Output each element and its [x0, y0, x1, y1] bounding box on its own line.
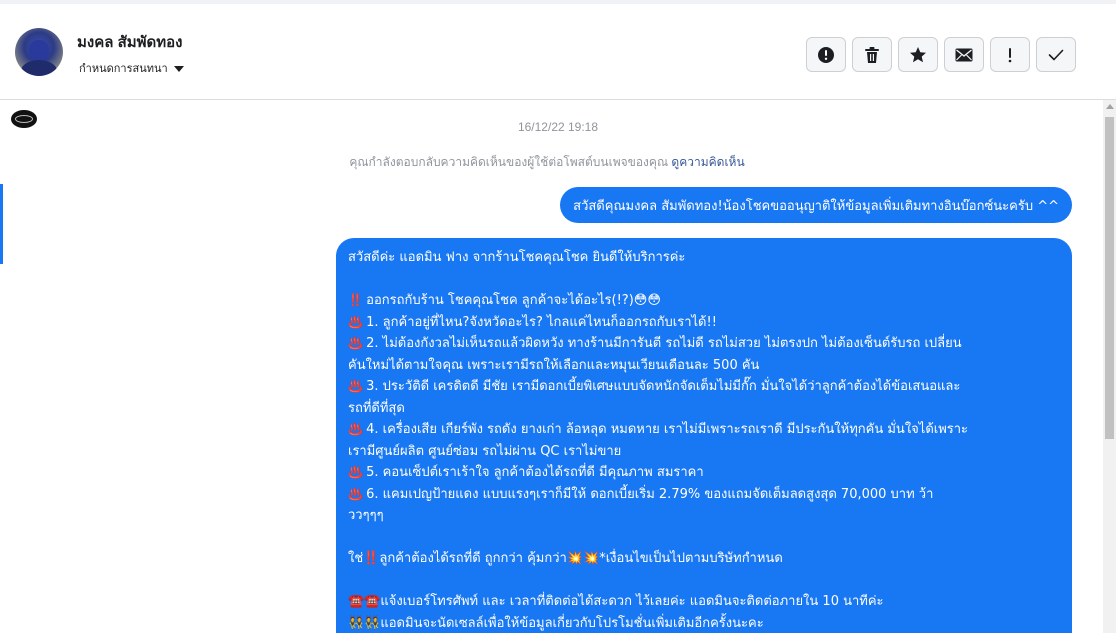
message-line: ♨️ 2. ไม่ต้องกังวลไม่เห็นรถแล้วผิดหวัง ท…	[348, 333, 1060, 355]
message-timestamp: 16/12/22 19:18	[517, 120, 599, 134]
hot-springs-icon: ♨️	[348, 486, 363, 501]
message-line	[348, 570, 1060, 592]
message-line-text: 👯👯แอดมินจะนัดเซลล์เพื่อให้ข้อมูลเกี่ยวกั…	[348, 615, 764, 631]
star-icon	[910, 46, 926, 62]
message-line: สวัสดีค่ะ แอดมิน ฟาง จากร้านโชคคุณโชค ยิ…	[348, 247, 1060, 269]
message-lines: สวัสดีค่ะ แอดมิน ฟาง จากร้านโชคคุณโชค ยิ…	[348, 247, 1060, 633]
reply-context-text: คุณกำลังตอบกลับความคิดเห็นของผู้ใช้ต่อโพ…	[349, 155, 672, 169]
trash-icon	[865, 46, 879, 63]
message-line-text: 4. เครื่องเสีย เกียร์พัง รถดัง ยางเก่า ล…	[366, 422, 969, 437]
message-line: ♨️ 3. ประวัติดี เครดิตดี มีชัย เรามีดอกเ…	[348, 376, 1060, 398]
contact-name[interactable]: มงคล สัมพัดทอง	[77, 30, 183, 54]
scroll-up-arrow-icon[interactable]	[1106, 104, 1114, 109]
message-line-text: ใช่‼️ลูกค้าต้องได้รถที่ดี ถูกกว่า คุ้มกว…	[348, 551, 783, 566]
message-line-text: 5. คอนเซ็ปต์เราเร้าใจ ลูกค้าต้องได้รถที่…	[366, 465, 704, 480]
hot-springs-icon: ♨️	[348, 379, 363, 393]
message-line: คันใหม่ได้ตามใจคุณ เพราะเรามีรถให้เลือกแ…	[348, 355, 1060, 377]
message-line-text: 6. แคมเปญป้ายแดง แบบแรงๆเราก็มีให้ ดอกเบ…	[366, 486, 934, 502]
message-line: ใช่‼️ลูกค้าต้องได้รถที่ดี ถูกกว่า คุ้มกว…	[348, 548, 1060, 570]
mark-done-button[interactable]	[1036, 37, 1076, 72]
hot-springs-icon: ♨️	[348, 422, 363, 436]
message-line-text: 3. ประวัติดี เครดิตดี มีชัย เรามีดอกเบี้…	[366, 379, 961, 394]
message-text: สวัสดีคุณมงคล สัมพัดทอง!น้องโชคขออนุญาติ…	[573, 198, 1059, 214]
check-icon	[1048, 49, 1064, 60]
message-line: ♨️ 4. เครื่องเสีย เกียร์พัง รถดัง ยางเก่…	[348, 419, 1060, 441]
message-line: ♨️ 6. แคมเปญป้ายแดง แบบแรงๆเราก็มีให้ ดอ…	[348, 484, 1060, 506]
caret-down-icon	[173, 65, 184, 72]
message-line: ♨️ 1. ลูกค้าอยู่ที่ไหน?จังหวัดอะไร? ไกลแ…	[348, 312, 1060, 334]
reply-context-note: คุณกำลังตอบกลับความคิดเห็นของผู้ใช้ต่อโพ…	[0, 153, 1094, 172]
message-line	[348, 269, 1060, 291]
message-line-text: ววๆๆๆ	[348, 508, 384, 523]
assign-conversation-dropdown[interactable]: กำหนดการสนทนา	[79, 59, 184, 77]
conversation-header: มงคล สัมพัดทอง กำหนดการสนทนา	[0, 4, 1116, 100]
message-line-text: สวัสดีค่ะ แอดมิน ฟาง จากร้านโชคคุณโชค ยิ…	[348, 250, 686, 265]
message-line: ววๆๆๆ	[348, 505, 1060, 527]
assign-conversation-label: กำหนดการสนทนา	[79, 63, 168, 75]
avatar-body	[21, 60, 57, 76]
outgoing-message-bubble[interactable]: สวัสดีคุณมงคล สัมพัดทอง!น้องโชคขออนุญาติ…	[560, 187, 1072, 223]
outgoing-message-bubble-long[interactable]: สวัสดีค่ะ แอดมิน ฟาง จากร้านโชคคุณโชค ยิ…	[336, 238, 1072, 633]
message-line-text: 1. ลูกค้าอยู่ที่ไหน?จังหวัดอะไร? ไกลแค่ไ…	[366, 314, 717, 330]
message-line: 👯👯แอดมินจะนัดเซลล์เพื่อให้ข้อมูลเกี่ยวกั…	[348, 613, 1060, 633]
avatar[interactable]	[15, 28, 63, 76]
avatar-face	[29, 40, 49, 62]
message-line-text: ออกรถกับร้าน โชคคุณโชค ลูกค้าจะได้อะไร(!…	[366, 293, 661, 308]
thread-scrollbar[interactable]	[1103, 100, 1116, 633]
report-button[interactable]	[806, 37, 846, 72]
message-line: เรามีศูนย์ผลิต ศูนย์ซ่อม รถไม่ผ่าน QC เร…	[348, 441, 1060, 463]
hot-springs-icon: ♨️	[348, 314, 363, 329]
message-line-text: 2. ไม่ต้องกังวลไม่เห็นรถแล้วผิดหวัง ทางร…	[366, 336, 962, 351]
conversation-toolbar	[806, 37, 1076, 72]
hot-springs-icon: ♨️	[348, 465, 363, 479]
delete-button[interactable]	[852, 37, 892, 72]
message-line: ♨️ 5. คอนเซ็ปต์เราเร้าใจ ลูกค้าต้องได้รถ…	[348, 462, 1060, 484]
hot-springs-icon: ♨️	[348, 336, 363, 350]
follow-up-button[interactable]	[990, 37, 1030, 72]
star-button[interactable]	[898, 37, 938, 72]
message-line: ☎️☎️แจ้งเบอร์โทรศัพท์ และ เวลาที่ติดต่อไ…	[348, 591, 1060, 613]
scrollbar-thumb[interactable]	[1105, 117, 1114, 439]
double-exclamation-icon: ‼️	[348, 293, 363, 307]
message-line: รถที่ดีที่สุด	[348, 398, 1060, 420]
message-line	[348, 527, 1060, 549]
message-line-text: เรามีศูนย์ผลิต ศูนย์ซ่อม รถไม่ผ่าน QC เร…	[348, 443, 622, 459]
message-line-text: คันใหม่ได้ตามใจคุณ เพราะเรามีรถให้เลือกแ…	[348, 357, 760, 373]
message-line: ‼️ ออกรถกับร้าน โชคคุณโชค ลูกค้าจะได้อะไ…	[348, 290, 1060, 312]
message-line-text: ☎️☎️แจ้งเบอร์โทรศัพท์ และ เวลาที่ติดต่อไ…	[348, 594, 884, 609]
message-thread: 16/12/22 19:18 คุณกำลังตอบกลับความคิดเห็…	[0, 100, 1103, 633]
view-comment-link[interactable]: ดูความคิดเห็น	[671, 155, 744, 169]
exclamation-icon	[1008, 47, 1012, 62]
mark-unread-button[interactable]	[944, 37, 984, 72]
message-line-text: รถที่ดีที่สุด	[348, 400, 405, 416]
envelope-icon	[955, 48, 973, 61]
exclamation-circle-icon	[818, 46, 834, 63]
